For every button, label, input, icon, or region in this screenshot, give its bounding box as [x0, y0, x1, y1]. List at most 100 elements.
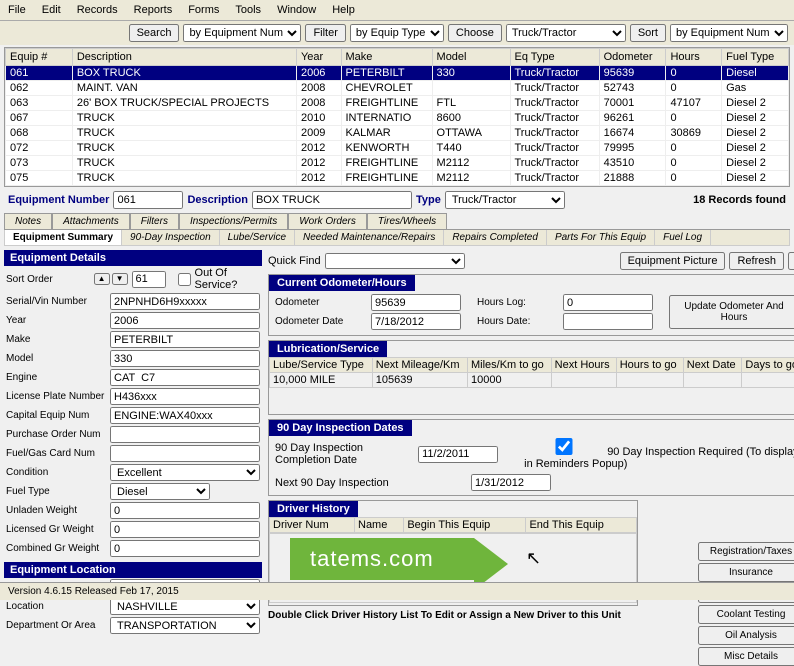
dept-select[interactable]: TRANSPORTATION: [110, 617, 260, 634]
upper-tabs: NotesAttachmentsFiltersInspections/Permi…: [4, 213, 790, 230]
side-button[interactable]: Insurance: [698, 563, 794, 582]
eqnum-field[interactable]: [113, 191, 183, 209]
subtab[interactable]: Fuel Log: [655, 230, 711, 245]
grid-col[interactable]: Description: [72, 49, 296, 66]
combgr-field[interactable]: [110, 540, 260, 557]
grid-col[interactable]: Year: [296, 49, 341, 66]
table-row[interactable]: 06326' BOX TRUCK/SPECIAL PROJECTS2008FRE…: [6, 96, 789, 111]
equipment-grid[interactable]: Equip #DescriptionYearMakeModelEq TypeOd…: [4, 47, 790, 187]
fuelcard-label: Fuel/Gas Card Num: [6, 448, 106, 459]
tab[interactable]: Attachments: [52, 213, 130, 229]
tab[interactable]: Inspections/Permits: [179, 213, 288, 229]
equipment-picture-button[interactable]: Equipment Picture: [620, 252, 726, 270]
menu-tools[interactable]: Tools: [235, 4, 261, 16]
sort-button[interactable]: Sort: [630, 24, 666, 42]
capeq-field[interactable]: [110, 407, 260, 424]
menu-records[interactable]: Records: [77, 4, 118, 16]
grid-col[interactable]: Fuel Type: [722, 49, 789, 66]
tab[interactable]: Tires/Wheels: [367, 213, 447, 229]
ododate-field[interactable]: [371, 313, 461, 330]
table-row[interactable]: 075TRUCK2012FREIGHTLINEM2112Truck/Tracto…: [6, 171, 789, 186]
licgr-field[interactable]: [110, 521, 260, 538]
quickfind-label: Quick Find: [268, 255, 321, 267]
filter-by-select[interactable]: by Equip Type: [350, 24, 444, 42]
fueltype-select[interactable]: Diesel: [110, 483, 210, 500]
sort-by-select[interactable]: by Equipment Num: [670, 24, 788, 42]
tab[interactable]: Work Orders: [288, 213, 367, 229]
table-row[interactable]: 062MAINT. VAN2008CHEVROLETTruck/Tractor5…: [6, 81, 789, 96]
grid-col[interactable]: Eq Type: [510, 49, 599, 66]
update-odometer-button[interactable]: Update Odometer And Hours: [669, 295, 794, 329]
menu-edit[interactable]: Edit: [42, 4, 61, 16]
subtab[interactable]: Needed Maintenance/Repairs: [295, 230, 444, 245]
model-label: Model: [6, 353, 106, 364]
menu-forms[interactable]: Forms: [188, 4, 219, 16]
choose-select[interactable]: Truck/Tractor: [506, 24, 626, 42]
table-row[interactable]: 067TRUCK2010INTERNATIO8600Truck/Tractor9…: [6, 111, 789, 126]
refresh-button[interactable]: Refresh: [729, 252, 784, 270]
model-field[interactable]: [110, 350, 260, 367]
side-button[interactable]: Registration/Taxes: [698, 542, 794, 561]
loc-select[interactable]: NASHVILLE: [110, 598, 260, 615]
subtab[interactable]: Lube/Service: [220, 230, 295, 245]
equipment-details-header: Equipment Details: [4, 250, 262, 266]
sub-tabs: Equipment Summary90-Day InspectionLube/S…: [4, 230, 790, 246]
subtab[interactable]: Parts For This Equip: [547, 230, 655, 245]
menu-reports[interactable]: Reports: [134, 4, 173, 16]
hrsdate-field[interactable]: [563, 313, 653, 330]
licgr-label: Licensed Gr Weight: [6, 524, 106, 535]
grid-col[interactable]: Equip #: [6, 49, 73, 66]
grid-col[interactable]: Odometer: [599, 49, 666, 66]
insp-comp-field[interactable]: [418, 446, 498, 463]
type-select[interactable]: Truck/Tractor: [445, 191, 565, 209]
subtab[interactable]: Repairs Completed: [444, 230, 547, 245]
menu-help[interactable]: Help: [332, 4, 355, 16]
po-field[interactable]: [110, 426, 260, 443]
menu-window[interactable]: Window: [277, 4, 316, 16]
menu-file[interactable]: File: [8, 4, 26, 16]
sort-dn[interactable]: ▼: [112, 273, 128, 285]
out-of-service-check[interactable]: [178, 271, 191, 288]
cond-select[interactable]: Excellent: [110, 464, 260, 481]
filter-button[interactable]: Filter: [305, 24, 345, 42]
subtab[interactable]: 90-Day Inspection: [122, 230, 220, 245]
hrslog-field[interactable]: [563, 294, 653, 311]
grid-col[interactable]: Make: [341, 49, 432, 66]
side-button[interactable]: Oil Analysis: [698, 626, 794, 645]
engine-field[interactable]: [110, 369, 260, 386]
side-button[interactable]: Coolant Testing: [698, 605, 794, 624]
unladen-field[interactable]: [110, 502, 260, 519]
insp-next-field[interactable]: [471, 474, 551, 491]
plate-field[interactable]: [110, 388, 260, 405]
table-row[interactable]: 061BOX TRUCK2006PETERBILT330Truck/Tracto…: [6, 66, 789, 81]
serial-label: Serial/Vin Number: [6, 296, 106, 307]
year-field[interactable]: [110, 312, 260, 329]
desc-field[interactable]: [252, 191, 412, 209]
help-icon[interactable]: ?: [788, 252, 794, 270]
search-button[interactable]: Search: [129, 24, 180, 42]
grid-col[interactable]: Model: [432, 49, 510, 66]
serial-field[interactable]: [110, 293, 260, 310]
records-found: 18 Records found: [693, 194, 786, 206]
make-field[interactable]: [110, 331, 260, 348]
subtab[interactable]: Equipment Summary: [5, 230, 122, 245]
odo-field[interactable]: [371, 294, 461, 311]
fuelcard-field[interactable]: [110, 445, 260, 462]
driver-grid[interactable]: Driver NumNameBegin This EquipEnd This E…: [269, 517, 637, 533]
sort-order-field[interactable]: [132, 271, 166, 288]
insp-required-check[interactable]: [524, 438, 604, 455]
hrslog-label: Hours Log:: [477, 297, 557, 308]
side-button[interactable]: Misc Details: [698, 647, 794, 666]
sort-up[interactable]: ▲: [94, 273, 110, 285]
tab[interactable]: Notes: [4, 213, 52, 229]
table-row[interactable]: 068TRUCK2009KALMAROTTAWATruck/Tractor166…: [6, 126, 789, 141]
quickfind-select[interactable]: [325, 253, 465, 269]
lube-grid[interactable]: Lube/Service TypeNext Mileage/KmMiles/Km…: [269, 357, 794, 388]
tab[interactable]: Filters: [130, 213, 179, 229]
grid-col[interactable]: Hours: [666, 49, 722, 66]
lube-header: Lubrication/Service: [269, 341, 387, 357]
table-row[interactable]: 072TRUCK2012KENWORTHT440Truck/Tractor799…: [6, 141, 789, 156]
search-by-select[interactable]: by Equipment Num: [183, 24, 301, 42]
table-row[interactable]: 073TRUCK2012FREIGHTLINEM2112Truck/Tracto…: [6, 156, 789, 171]
choose-button[interactable]: Choose: [448, 24, 502, 42]
